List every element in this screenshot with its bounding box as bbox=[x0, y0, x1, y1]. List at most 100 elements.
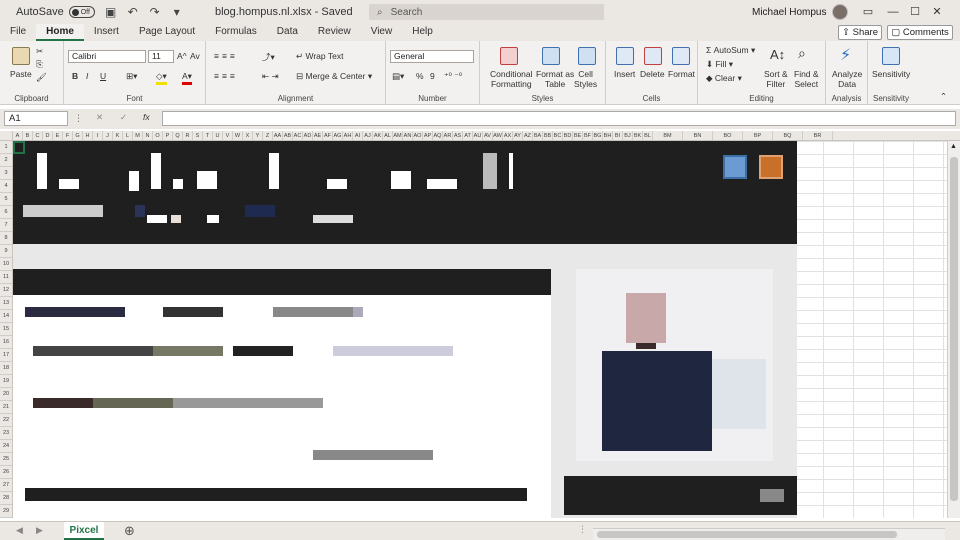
column-header[interactable]: P bbox=[163, 131, 173, 140]
more-options-icon[interactable]: ⋮ bbox=[74, 113, 83, 124]
insert-cells-icon[interactable] bbox=[616, 47, 634, 65]
row-header[interactable]: 20 bbox=[0, 388, 12, 401]
column-header[interactable]: AE bbox=[313, 131, 323, 140]
decimal-icons[interactable]: ⁺⁰ ⁻⁰ bbox=[444, 71, 462, 82]
customize-qat-icon[interactable]: ▾ bbox=[169, 4, 185, 20]
column-header[interactable]: BF bbox=[583, 131, 593, 140]
column-header[interactable]: AJ bbox=[363, 131, 373, 140]
column-header[interactable]: BM bbox=[653, 131, 683, 140]
cut-icon[interactable]: ✂ bbox=[36, 46, 43, 57]
decrease-font-button[interactable]: Av bbox=[190, 51, 200, 61]
row-header[interactable]: 28 bbox=[0, 492, 12, 505]
column-header[interactable]: BO bbox=[713, 131, 743, 140]
column-header[interactable]: AL bbox=[383, 131, 393, 140]
find-select-button[interactable]: Find & Select bbox=[794, 69, 819, 89]
row-header[interactable]: 12 bbox=[0, 284, 12, 297]
orientation-icon[interactable]: ⤴▾ bbox=[262, 51, 275, 63]
row-header[interactable]: 14 bbox=[0, 310, 12, 323]
column-header[interactable]: Q bbox=[173, 131, 183, 140]
row-header[interactable]: 16 bbox=[0, 336, 12, 349]
column-header[interactable]: C bbox=[33, 131, 43, 140]
column-header[interactable]: BC bbox=[553, 131, 563, 140]
horizontal-scroll-thumb[interactable] bbox=[597, 531, 897, 538]
column-header[interactable]: BN bbox=[683, 131, 713, 140]
bold-button[interactable]: B bbox=[72, 71, 78, 81]
next-sheet-icon[interactable]: ▶ bbox=[36, 525, 43, 536]
column-header[interactable]: B bbox=[23, 131, 33, 140]
column-header[interactable]: BL bbox=[643, 131, 653, 140]
row-header[interactable]: 1 bbox=[0, 141, 12, 154]
row-header[interactable]: 8 bbox=[0, 232, 12, 245]
row-header[interactable]: 5 bbox=[0, 193, 12, 206]
active-cell[interactable] bbox=[13, 141, 25, 154]
row-header[interactable]: 15 bbox=[0, 323, 12, 336]
row-header[interactable]: 10 bbox=[0, 258, 12, 271]
column-header[interactable]: BJ bbox=[623, 131, 633, 140]
row-header[interactable]: 23 bbox=[0, 427, 12, 440]
column-header[interactable]: A bbox=[13, 131, 23, 140]
row-header[interactable]: 29 bbox=[0, 505, 12, 518]
cell-styles-button[interactable]: Cell Styles bbox=[574, 69, 597, 89]
tab-formulas[interactable]: Formulas bbox=[205, 24, 267, 41]
row-header[interactable]: 6 bbox=[0, 206, 12, 219]
format-as-table-icon[interactable] bbox=[542, 47, 560, 65]
column-header[interactable]: AZ bbox=[523, 131, 533, 140]
column-header[interactable]: R bbox=[183, 131, 193, 140]
column-header[interactable]: BH bbox=[603, 131, 613, 140]
column-header[interactable]: AB bbox=[283, 131, 293, 140]
row-header[interactable]: 7 bbox=[0, 219, 12, 232]
row-header[interactable]: 4 bbox=[0, 180, 12, 193]
increase-font-button[interactable]: A^ bbox=[177, 51, 187, 61]
column-header[interactable]: AC bbox=[293, 131, 303, 140]
column-header[interactable]: AU bbox=[473, 131, 483, 140]
name-box[interactable]: A1 bbox=[4, 111, 68, 126]
vertical-scrollbar[interactable]: ▲ bbox=[947, 141, 960, 518]
row-header[interactable]: 17 bbox=[0, 349, 12, 362]
conditional-formatting-button[interactable]: Conditional Formatting bbox=[490, 69, 533, 89]
search-box[interactable]: ⌕ Search bbox=[369, 4, 604, 20]
column-header[interactable]: AX bbox=[503, 131, 513, 140]
save-icon[interactable]: ▣ bbox=[103, 4, 119, 20]
column-header[interactable]: T bbox=[203, 131, 213, 140]
row-header[interactable]: 21 bbox=[0, 401, 12, 414]
font-name-select[interactable]: Calibri bbox=[68, 50, 146, 63]
column-header[interactable]: J bbox=[103, 131, 113, 140]
column-header[interactable]: AF bbox=[323, 131, 333, 140]
close-icon[interactable]: ✕ bbox=[914, 0, 960, 24]
column-header[interactable]: AS bbox=[453, 131, 463, 140]
row-header[interactable]: 13 bbox=[0, 297, 12, 310]
number-format-select[interactable]: General bbox=[390, 50, 474, 63]
format-cells-icon[interactable] bbox=[672, 47, 690, 65]
copy-icon[interactable]: ⎘ bbox=[36, 59, 43, 70]
column-header[interactable]: Z bbox=[263, 131, 273, 140]
row-header[interactable]: 18 bbox=[0, 362, 12, 375]
column-header[interactable]: BA bbox=[533, 131, 543, 140]
worksheet-grid[interactable] bbox=[13, 141, 947, 518]
format-painter-icon[interactable]: 🖌 bbox=[36, 72, 47, 83]
tab-page-layout[interactable]: Page Layout bbox=[129, 24, 205, 41]
indent-icons[interactable]: ⇤ ⇥ bbox=[262, 71, 279, 82]
vertical-align-icons[interactable]: ≡≡≡ bbox=[214, 51, 238, 61]
column-header[interactable]: AH bbox=[343, 131, 353, 140]
column-header[interactable]: AT bbox=[463, 131, 473, 140]
column-header[interactable]: M bbox=[133, 131, 143, 140]
vertical-scroll-thumb[interactable] bbox=[950, 157, 958, 501]
column-header[interactable]: Y bbox=[253, 131, 263, 140]
row-header[interactable]: 24 bbox=[0, 440, 12, 453]
row-header[interactable]: 22 bbox=[0, 414, 12, 427]
row-header[interactable]: 2 bbox=[0, 154, 12, 167]
undo-icon[interactable]: ↶ bbox=[125, 4, 141, 20]
underline-button[interactable]: U bbox=[100, 71, 106, 81]
column-header[interactable]: AK bbox=[373, 131, 383, 140]
fill-button[interactable]: ⬇ Fill ▾ bbox=[706, 59, 733, 70]
column-header[interactable]: AI bbox=[353, 131, 363, 140]
autosum-button[interactable]: Σ AutoSum ▾ bbox=[706, 45, 755, 56]
enter-icon[interactable]: ✓ bbox=[120, 112, 127, 123]
column-header[interactable]: BP bbox=[743, 131, 773, 140]
column-header[interactable]: AG bbox=[333, 131, 343, 140]
font-size-select[interactable]: 11 bbox=[148, 50, 174, 63]
row-header[interactable]: 19 bbox=[0, 375, 12, 388]
conditional-formatting-icon[interactable] bbox=[500, 47, 518, 65]
formula-input[interactable] bbox=[162, 111, 956, 126]
wrap-text-button[interactable]: ↵ Wrap Text bbox=[296, 51, 343, 62]
